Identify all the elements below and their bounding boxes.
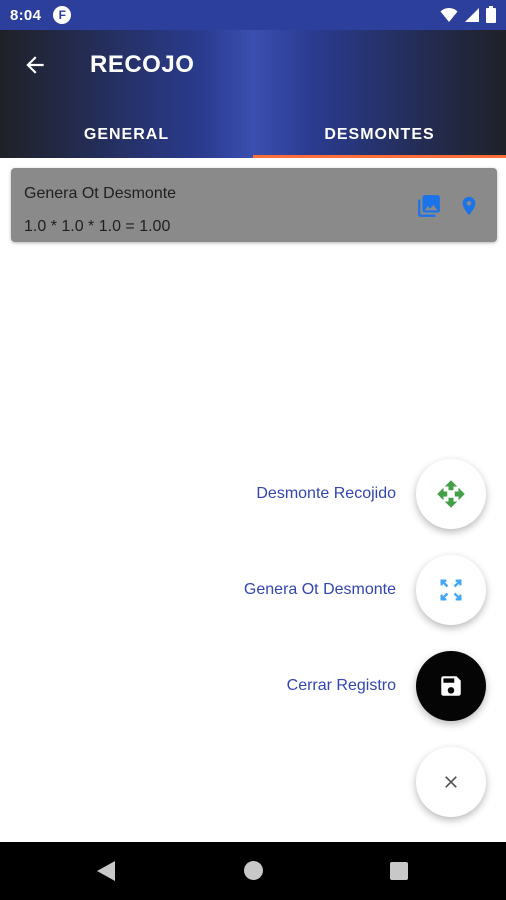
cerrar-registro-button[interactable] — [416, 651, 486, 721]
photo-library-icon[interactable] — [416, 193, 442, 219]
battery-icon — [486, 6, 496, 23]
desmonte-card[interactable]: Genera Ot Desmonte 1.0 * 1.0 * 1.0 = 1.0… — [11, 168, 497, 242]
page-title: RECOJO — [90, 51, 195, 78]
genera-ot-desmonte-button[interactable] — [416, 555, 486, 625]
location-pin-icon[interactable] — [458, 192, 480, 220]
fab-label-desmonte-recojido[interactable]: Desmonte Recojido — [256, 485, 396, 503]
move-arrows-icon — [437, 480, 465, 508]
close-menu-button[interactable] — [416, 747, 486, 817]
nav-home-icon[interactable] — [244, 861, 263, 880]
status-time: 8:04 — [10, 6, 42, 24]
signal-icon — [465, 7, 479, 22]
expand-icon — [440, 579, 462, 601]
save-icon — [441, 676, 461, 696]
nav-back-icon[interactable] — [97, 861, 115, 881]
card-formula: 1.0 * 1.0 * 1.0 = 1.00 — [24, 218, 171, 235]
tab-selected-indicator — [253, 155, 506, 158]
status-icons — [440, 6, 496, 23]
fab-label-cerrar-registro[interactable]: Cerrar Registro — [287, 677, 396, 695]
fab-label-genera-ot[interactable]: Genera Ot Desmonte — [244, 581, 396, 599]
wifi-icon — [440, 7, 458, 22]
close-icon — [445, 776, 457, 788]
notification-app-icon: F — [53, 6, 72, 24]
system-nav-bar — [0, 842, 506, 900]
status-bar: 8:04 F — [0, 0, 506, 30]
app-bar: RECOJO GENERAL DESMONTES — [0, 30, 506, 158]
arrow-back-icon[interactable] — [22, 52, 48, 78]
tab-bar: GENERAL DESMONTES — [0, 112, 506, 158]
card-title: Genera Ot Desmonte — [24, 185, 177, 202]
tab-general[interactable]: GENERAL — [0, 112, 253, 158]
desmonte-recojido-button[interactable] — [416, 459, 486, 529]
tab-desmontes[interactable]: DESMONTES — [253, 112, 506, 158]
nav-recents-icon[interactable] — [390, 862, 408, 880]
